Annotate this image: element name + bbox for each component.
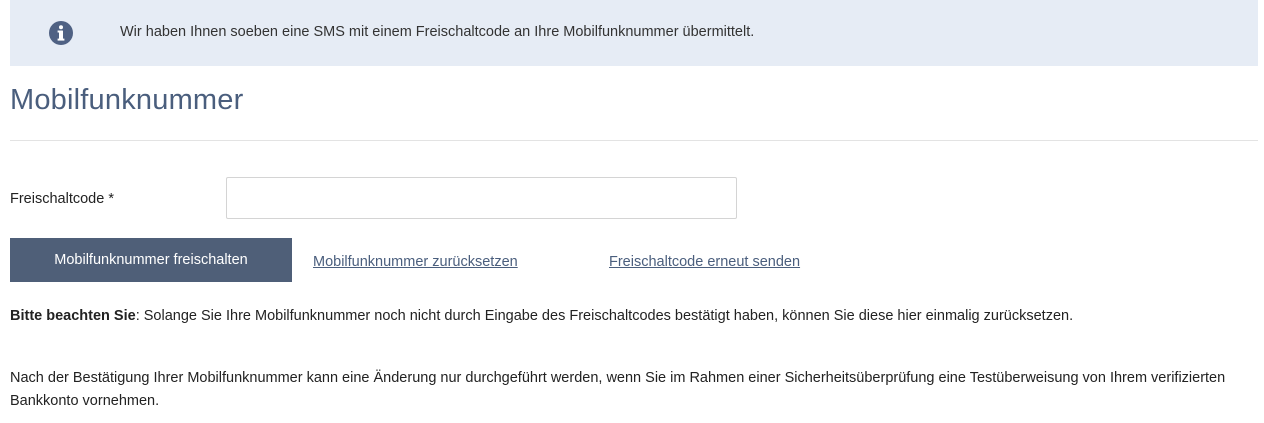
page-title: Mobilfunknummer (10, 84, 244, 116)
resend-code-link[interactable]: Freischaltcode erneut senden (609, 254, 800, 270)
notice-text: : Solange Sie Ihre Mobilfunknummer noch … (135, 308, 1074, 324)
info-circle-icon (49, 21, 73, 45)
reset-number-link[interactable]: Mobilfunknummer zurücksetzen (313, 254, 518, 270)
title-divider (10, 140, 1258, 141)
alert-message: Wir haben Ihnen soeben eine SMS mit eine… (120, 24, 755, 40)
change-notice: Nach der Bestätigung Ihrer Mobilfunknumm… (10, 370, 1226, 409)
unlock-code-input[interactable] (226, 177, 737, 219)
page: Wir haben Ihnen soeben eine SMS mit eine… (0, 0, 1264, 423)
reset-notice: Bitte beachten Sie: Solange Sie Ihre Mob… (10, 305, 1254, 328)
code-field-label: Freischaltcode * (10, 191, 114, 207)
unlock-number-button[interactable]: Mobilfunknummer freischalten (10, 238, 292, 282)
info-alert: Wir haben Ihnen soeben eine SMS mit eine… (10, 0, 1258, 66)
notice-emphasis: Bitte beachten Sie (10, 308, 136, 324)
